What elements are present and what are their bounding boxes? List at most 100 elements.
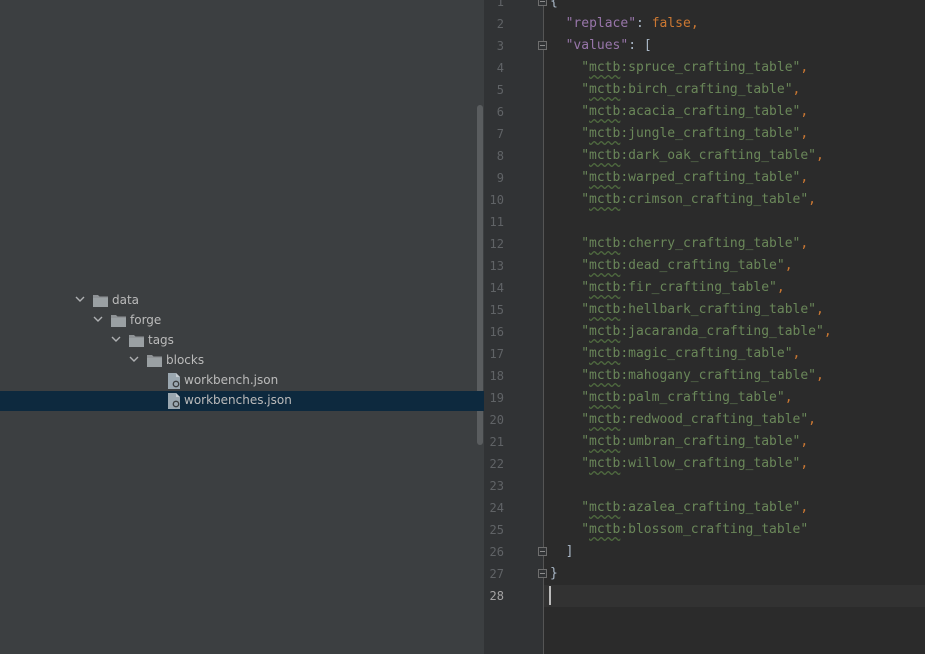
- quote: ": [581, 148, 590, 163]
- quote: ": [769, 280, 777, 295]
- comma: ,: [816, 148, 824, 163]
- tree-file-workbench[interactable]: workbench.json: [0, 371, 484, 391]
- fold-icon[interactable]: [538, 569, 547, 578]
- tree-file-workbenches[interactable]: workbenches.json: [0, 391, 484, 411]
- quote: ": [784, 346, 793, 361]
- line-number: 26: [489, 545, 504, 559]
- quote: ": [800, 522, 809, 537]
- line-number: 28: [489, 589, 504, 603]
- line-number: 25: [489, 523, 504, 537]
- line-number: 2: [496, 17, 504, 31]
- line-number: 18: [489, 369, 504, 383]
- json-key: "replace": [565, 16, 637, 31]
- comma: ,: [776, 280, 785, 295]
- quote: ": [776, 390, 785, 405]
- line-number: 5: [496, 83, 504, 97]
- block-id: dark_oak_crafting_table: [628, 148, 809, 163]
- tree-item-label: forge: [130, 313, 162, 327]
- line-number: 22: [489, 457, 504, 471]
- colon: :: [620, 280, 629, 295]
- json-string-entry: "mctb:blossom_crafting_table": [581, 519, 808, 541]
- tree-folder-forge[interactable]: forge: [0, 311, 484, 331]
- namespace: mctb: [589, 82, 621, 97]
- colon: :: [620, 500, 629, 515]
- fold-icon[interactable]: [538, 547, 547, 556]
- quote: ": [816, 324, 824, 339]
- block-id: mahogany_crafting_table: [628, 368, 809, 383]
- quote: ": [808, 302, 816, 317]
- line-number: 24: [489, 501, 504, 515]
- quote: ": [581, 302, 590, 317]
- chevron-down-icon[interactable]: [129, 354, 139, 364]
- colon: :: [620, 456, 629, 471]
- line-number: 21: [489, 435, 504, 449]
- json-string-entry: "mctb:acacia_crafting_table",: [581, 101, 808, 123]
- line-number: 11: [489, 215, 504, 229]
- block-id: crimson_crafting_table: [628, 192, 801, 207]
- tree-item-label: blocks: [166, 353, 205, 367]
- fold-icon[interactable]: [538, 41, 547, 50]
- text-caret: [549, 586, 551, 605]
- comma: ,: [690, 16, 699, 31]
- line-number: 9: [496, 171, 504, 185]
- code-line: ]: [566, 541, 574, 563]
- colon: :: [620, 192, 629, 207]
- quote: ": [581, 104, 590, 119]
- json-string-entry: "mctb:warped_crafting_table",: [581, 167, 808, 189]
- line-number: 14: [489, 281, 504, 295]
- quote: ": [581, 390, 590, 405]
- block-id: jungle_crafting_table: [628, 126, 793, 141]
- comma: ,: [784, 390, 793, 405]
- comma: ,: [792, 346, 801, 361]
- json-string-entry: "mctb:dead_crafting_table",: [581, 255, 792, 277]
- tree-folder-blocks[interactable]: blocks: [0, 351, 484, 371]
- quote: ": [581, 456, 590, 471]
- comma: ,: [808, 192, 816, 207]
- line-number: 1: [496, 0, 504, 9]
- quote: ": [581, 192, 590, 207]
- chevron-down-icon[interactable]: [111, 334, 121, 344]
- quote: ": [581, 522, 590, 537]
- line-number: 17: [489, 347, 504, 361]
- comma: ,: [816, 302, 824, 317]
- quote: ": [581, 500, 590, 515]
- folder-icon: [129, 335, 144, 347]
- quote: ": [581, 280, 590, 295]
- comma: ,: [800, 500, 809, 515]
- comma: ,: [800, 126, 809, 141]
- line-number: 8: [496, 149, 504, 163]
- json-string-entry: "mctb:palm_crafting_table",: [581, 387, 792, 409]
- colon: :: [620, 302, 629, 317]
- json-string-entry: "mctb:jacaranda_crafting_table",: [581, 321, 831, 343]
- colon: :: [628, 38, 644, 53]
- namespace: mctb: [589, 434, 621, 449]
- quote: ": [581, 434, 590, 449]
- block-id: magic_crafting_table: [628, 346, 785, 361]
- colon: :: [620, 82, 629, 97]
- folder-icon: [111, 315, 126, 327]
- block-id: dead_crafting_table: [628, 258, 777, 273]
- block-id: umbran_crafting_table: [628, 434, 793, 449]
- line-number: 7: [496, 127, 504, 141]
- tree-item-label: workbenches.json: [184, 393, 292, 407]
- json-string-entry: "mctb:hellbark_crafting_table",: [581, 299, 824, 321]
- tree-folder-data[interactable]: data: [0, 291, 484, 311]
- close-brace: }: [550, 566, 558, 581]
- chevron-down-icon[interactable]: [75, 294, 85, 304]
- json-string-entry: "mctb:redwood_crafting_table",: [581, 409, 816, 431]
- folder-icon: [93, 295, 108, 307]
- line-number: 20: [489, 413, 504, 427]
- fold-icon[interactable]: [538, 0, 547, 6]
- comma: ,: [800, 170, 809, 185]
- open-bracket: [: [643, 38, 652, 53]
- code-line: "values": [: [566, 35, 652, 57]
- chevron-down-icon[interactable]: [93, 314, 103, 324]
- colon: :: [620, 522, 629, 537]
- quote: ": [581, 412, 590, 427]
- comma: ,: [800, 456, 809, 471]
- tree-folder-tags[interactable]: tags: [0, 331, 484, 351]
- namespace: mctb: [589, 258, 621, 273]
- line-number: 23: [489, 479, 504, 493]
- quote: ": [800, 412, 809, 427]
- json-string-entry: "mctb:magic_crafting_table",: [581, 343, 800, 365]
